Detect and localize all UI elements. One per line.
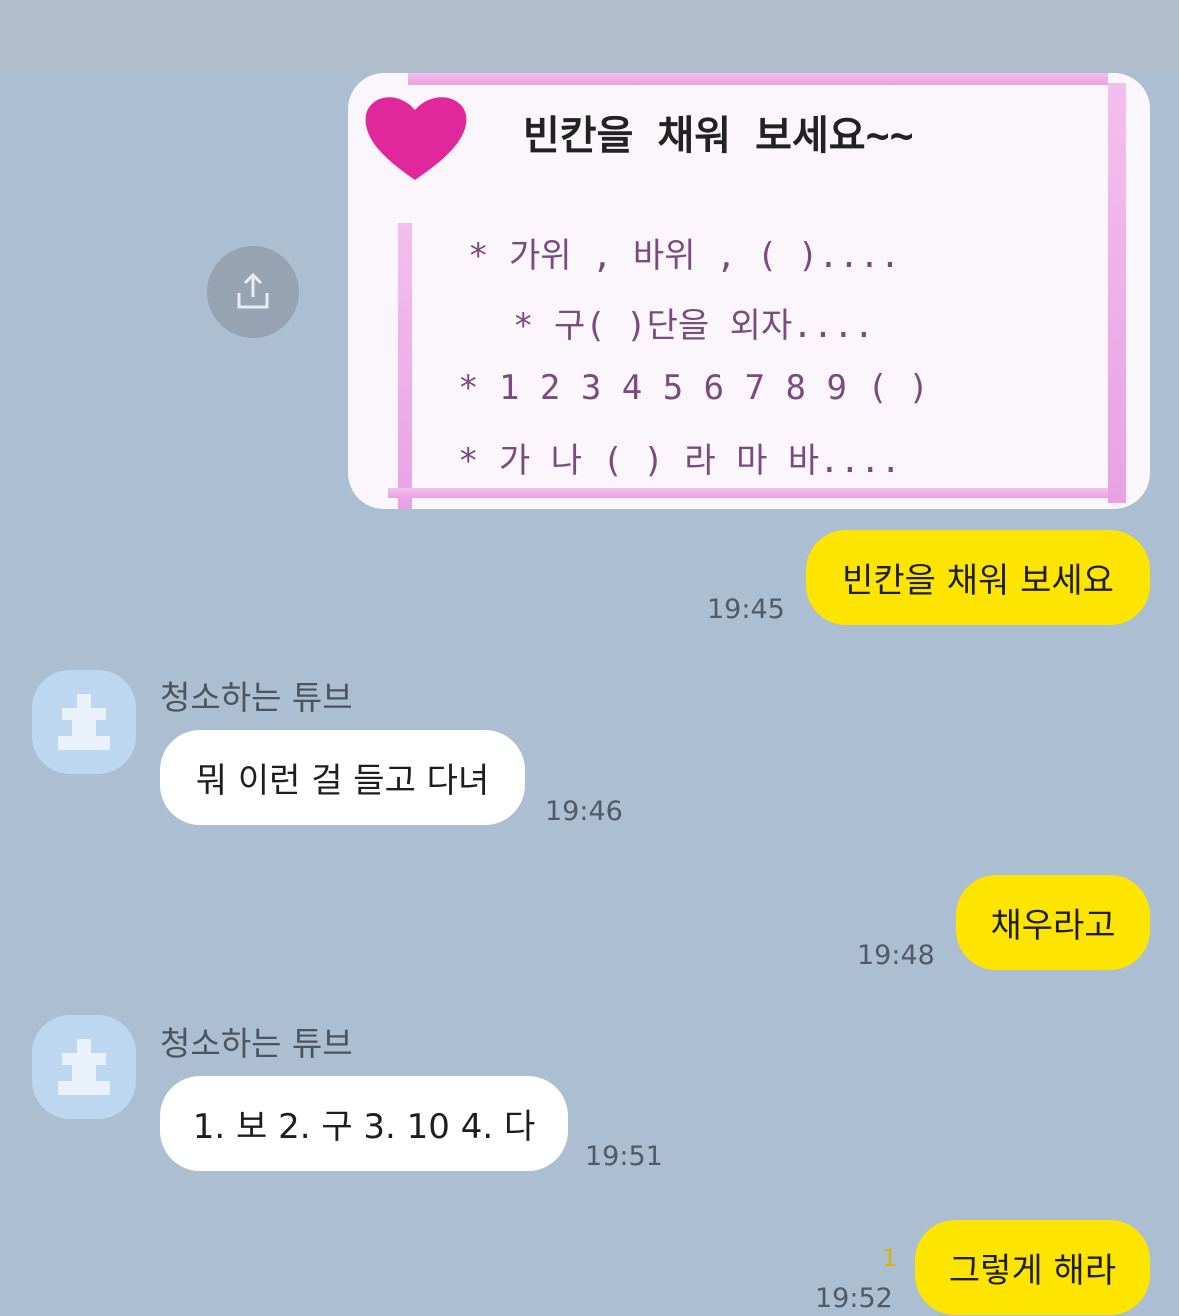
message-text: 그렇게 해라 [948,1251,1117,1291]
image-title: 빈칸을 채워 보세요~~ [523,113,914,159]
message-time: 19:52 [815,1283,893,1314]
default-avatar-icon [58,1039,110,1095]
other-message-bubble[interactable]: 뭐 이런 걸 들고 다녀 [160,730,525,825]
message-time: 19:45 [707,594,785,625]
image-line-4: * 가 나 ( ) 라 마 바.... [458,441,901,481]
image-line-3: * 1 2 3 4 5 6 7 8 9 ( ) [458,368,929,408]
my-message-bubble[interactable]: 그렇게 해라 [915,1220,1150,1315]
message-time: 19:46 [545,796,623,827]
avatar[interactable] [32,670,136,774]
other-message-bubble[interactable]: 1. 보 2. 구 3. 10 4. 다 [160,1076,568,1171]
message-text: 뭐 이런 걸 들고 다녀 [195,761,490,801]
sender-name: 청소하는 튜브 [160,1024,353,1063]
share-button[interactable] [207,246,299,338]
sender-name: 청소하는 튜브 [160,678,353,717]
top-bar [0,0,1179,72]
message-time: 19:51 [585,1141,663,1172]
image-line-2: * 구( )단을 외자.... [513,306,875,346]
default-avatar-icon [58,694,110,750]
avatar[interactable] [32,1015,136,1119]
message-text: 빈칸을 채워 보세요 [842,561,1114,601]
my-message-bubble[interactable]: 빈칸을 채워 보세요 [806,530,1150,625]
message-text: 채우라고 [990,906,1116,946]
heart-icon [365,97,467,180]
image-message[interactable]: 빈칸을 채워 보세요~~ * 가위 , 바위 , ( ).... * 구( )단… [348,73,1150,509]
my-message-bubble[interactable]: 채우라고 [956,875,1150,970]
message-text: 1. 보 2. 구 3. 10 4. 다 [192,1107,536,1147]
share-icon [237,272,269,309]
image-line-1: * 가위 , 바위 , ( ).... [468,236,901,276]
unread-count: 1 [882,1244,898,1272]
message-time: 19:48 [857,940,935,971]
